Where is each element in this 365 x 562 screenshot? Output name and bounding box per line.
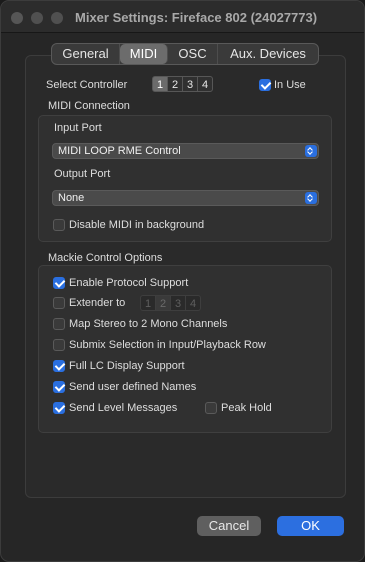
select-arrows-icon <box>305 145 317 157</box>
send-level-checkbox[interactable] <box>53 402 65 414</box>
send-names-checkbox[interactable] <box>53 381 65 393</box>
map-stereo-checkbox[interactable] <box>53 318 65 330</box>
controller-option-4[interactable]: 4 <box>197 76 213 92</box>
zoom-window-button[interactable] <box>51 12 63 24</box>
submix-selection-checkbox[interactable] <box>53 339 65 351</box>
tab-aux-devices[interactable]: Aux. Devices <box>218 44 318 64</box>
output-port-select[interactable]: None <box>52 190 319 206</box>
disable-midi-background-label: Disable MIDI in background <box>69 219 205 231</box>
select-controller-label: Select Controller <box>46 79 128 91</box>
extender-label: Extender to <box>69 297 126 309</box>
controller-option-2[interactable]: 2 <box>167 76 183 92</box>
mackie-heading: Mackie Control Options <box>48 252 163 264</box>
window-title: Mixer Settings: Fireface 802 (24027773) <box>75 10 318 25</box>
tab-bar: General MIDI OSC Aux. Devices <box>51 43 319 65</box>
tab-osc[interactable]: OSC <box>168 44 218 64</box>
cancel-button[interactable]: Cancel <box>197 516 261 536</box>
extender-option-2[interactable]: 2 <box>155 295 171 311</box>
extender-option-3[interactable]: 3 <box>170 295 186 311</box>
peak-hold-label: Peak Hold <box>221 402 272 414</box>
input-port-select[interactable]: MIDI LOOP RME Control <box>52 143 319 159</box>
controller-selector: 1 2 3 4 <box>152 76 213 92</box>
extender-selector: 1 2 3 4 <box>140 295 201 311</box>
select-arrows-icon <box>305 192 317 204</box>
input-port-label: Input Port <box>54 122 102 134</box>
extender-option-1[interactable]: 1 <box>140 295 156 311</box>
in-use-checkbox[interactable] <box>259 79 271 91</box>
input-port-value: MIDI LOOP RME Control <box>58 145 181 157</box>
output-port-label: Output Port <box>54 168 111 180</box>
send-names-label: Send user defined Names <box>69 381 197 393</box>
midi-connection-heading: MIDI Connection <box>48 100 130 112</box>
peak-hold-checkbox[interactable] <box>205 402 217 414</box>
extender-checkbox[interactable] <box>53 297 65 309</box>
map-stereo-label: Map Stereo to 2 Mono Channels <box>69 318 228 330</box>
enable-protocol-checkbox[interactable] <box>53 277 65 289</box>
close-window-button[interactable] <box>11 12 23 24</box>
tab-midi[interactable]: MIDI <box>120 44 168 64</box>
mixer-settings-window: Mixer Settings: Fireface 802 (24027773) … <box>0 0 365 562</box>
full-lc-display-checkbox[interactable] <box>53 360 65 372</box>
tab-general[interactable]: General <box>52 44 120 64</box>
controller-option-1[interactable]: 1 <box>152 76 168 92</box>
full-lc-display-label: Full LC Display Support <box>69 360 185 372</box>
disable-midi-background-checkbox[interactable] <box>53 219 65 231</box>
title-bar: Mixer Settings: Fireface 802 (24027773) <box>1 1 364 33</box>
output-port-value: None <box>58 192 85 204</box>
minimize-window-button[interactable] <box>31 12 43 24</box>
extender-option-4[interactable]: 4 <box>185 295 201 311</box>
controller-option-3[interactable]: 3 <box>182 76 198 92</box>
send-level-label: Send Level Messages <box>69 402 178 414</box>
submix-selection-label: Submix Selection in Input/Playback Row <box>69 339 266 351</box>
in-use-label: In Use <box>274 79 306 91</box>
enable-protocol-label: Enable Protocol Support <box>69 277 189 289</box>
ok-button[interactable]: OK <box>277 516 344 536</box>
